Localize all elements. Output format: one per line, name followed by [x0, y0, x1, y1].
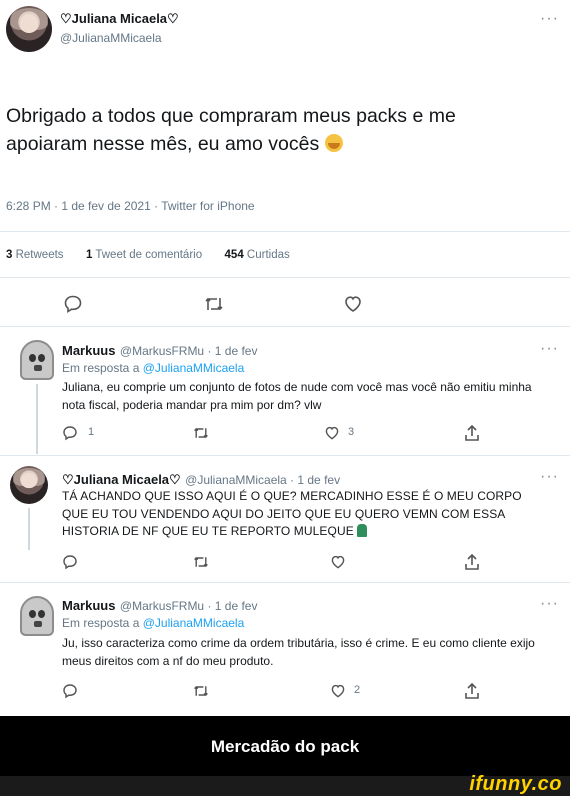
ifunny-watermark[interactable]: ifunny.co — [469, 773, 562, 796]
avatar-eye — [38, 610, 45, 618]
retweet-icon[interactable] — [192, 425, 210, 441]
author-name[interactable]: ♡Juliana Micaela♡ — [60, 11, 179, 27]
likes-label[interactable]: Curtidas — [247, 249, 290, 261]
like-icon[interactable] — [324, 425, 340, 441]
divider — [0, 231, 570, 232]
retweet-icon[interactable] — [203, 294, 225, 314]
reply-header: ♡Juliana Micaela♡ @JulianaMMicaela · 1 d… — [62, 471, 340, 489]
avatar-face — [19, 14, 39, 33]
reply-icon[interactable] — [62, 683, 78, 699]
share-icon[interactable] — [464, 553, 480, 571]
reply-count: 1 — [88, 426, 95, 438]
reply-text: Juliana, eu comprie um conjunto de fotos… — [62, 380, 532, 412]
thread-line — [36, 384, 38, 454]
divider — [0, 277, 570, 278]
like-count: 2 — [354, 684, 361, 696]
avatar-mouth — [34, 365, 42, 371]
avatar[interactable] — [10, 466, 48, 504]
hugging-emoji-icon — [324, 134, 343, 152]
reply-text: Ju, isso caracteriza como crime da ordem… — [62, 636, 535, 668]
reply-text-content: TÁ ACHANDO QUE ISSO AQUI É O QUE? MERCAD… — [62, 489, 522, 538]
reply-prefix: Em resposta a — [62, 361, 140, 375]
reply-context: Em resposta a @JulianaMMicaela — [62, 616, 244, 630]
meme-caption: Mercadão do pack — [210, 737, 360, 756]
avatar-eye — [38, 354, 45, 362]
reply-context: Em resposta a @JulianaMMicaela — [62, 361, 244, 375]
tweet-text-content: Obrigado a todos que compraram meus pack… — [6, 105, 456, 155]
like-icon[interactable] — [330, 683, 346, 699]
author-handle-date[interactable]: @JulianaMMicaela · 1 de fev — [185, 473, 340, 487]
tweet-text: Obrigado a todos que compraram meus pack… — [6, 102, 526, 158]
more-icon[interactable]: ··· — [540, 340, 559, 358]
divider — [0, 326, 570, 327]
reply-to-link[interactable]: @JulianaMMicaela — [143, 616, 245, 630]
reply-icon[interactable] — [63, 294, 83, 314]
divider — [0, 582, 570, 583]
author-name[interactable]: ♡Juliana Micaela♡ — [62, 472, 181, 487]
reply-header: Markuus @MarkusFRMu · 1 de fev — [62, 342, 257, 360]
like-icon[interactable] — [343, 294, 363, 314]
reply-icon[interactable] — [62, 425, 78, 441]
avatar[interactable] — [20, 340, 54, 380]
avatar[interactable] — [6, 6, 52, 52]
avatar[interactable] — [20, 596, 54, 636]
more-icon[interactable]: ··· — [540, 10, 559, 28]
author-name[interactable]: Markuus — [62, 343, 115, 358]
tweet-timestamp[interactable]: 6:28 PM · 1 de fev de 2021 · Twitter for… — [6, 199, 255, 213]
author-name[interactable]: Markuus — [62, 598, 115, 613]
reply-text: TÁ ACHANDO QUE ISSO AQUI É O QUE? MERCAD… — [62, 488, 540, 541]
comments-count[interactable]: 1 — [86, 249, 92, 261]
reply-header: Markuus @MarkusFRMu · 1 de fev — [62, 597, 257, 615]
like-icon[interactable] — [330, 554, 346, 570]
like-count: 3 — [348, 426, 355, 438]
avatar-mouth — [34, 621, 42, 627]
more-icon[interactable]: ··· — [540, 595, 559, 613]
avatar-face — [21, 472, 37, 489]
avatar-eye — [29, 610, 36, 618]
more-icon[interactable]: ··· — [540, 468, 559, 486]
divider — [0, 455, 570, 456]
share-icon[interactable] — [464, 682, 480, 700]
reply-prefix: Em resposta a — [62, 616, 140, 630]
author-handle-date[interactable]: @MarkusFRMu · 1 de fev — [120, 344, 258, 358]
author-handle-date[interactable]: @MarkusFRMu · 1 de fev — [120, 599, 258, 613]
comments-label[interactable]: Tweet de comentário — [95, 249, 202, 261]
retweets-label[interactable]: Retweets — [16, 249, 64, 261]
retweets-count[interactable]: 3 — [6, 249, 12, 261]
avatar-eye — [29, 354, 36, 362]
share-icon[interactable] — [464, 424, 480, 442]
tweet-stats: 3 Retweets 1 Tweet de comentário 454 Cur… — [6, 249, 290, 261]
retweet-icon[interactable] — [192, 554, 210, 570]
thread-line — [28, 508, 30, 550]
likes-count[interactable]: 454 — [225, 249, 244, 261]
author-handle[interactable]: @JulianaMMicaela — [60, 31, 162, 45]
reply-to-link[interactable]: @JulianaMMicaela — [143, 361, 245, 375]
running-person-emoji-icon — [357, 524, 368, 537]
reply-icon[interactable] — [62, 554, 78, 570]
retweet-icon[interactable] — [192, 683, 210, 699]
